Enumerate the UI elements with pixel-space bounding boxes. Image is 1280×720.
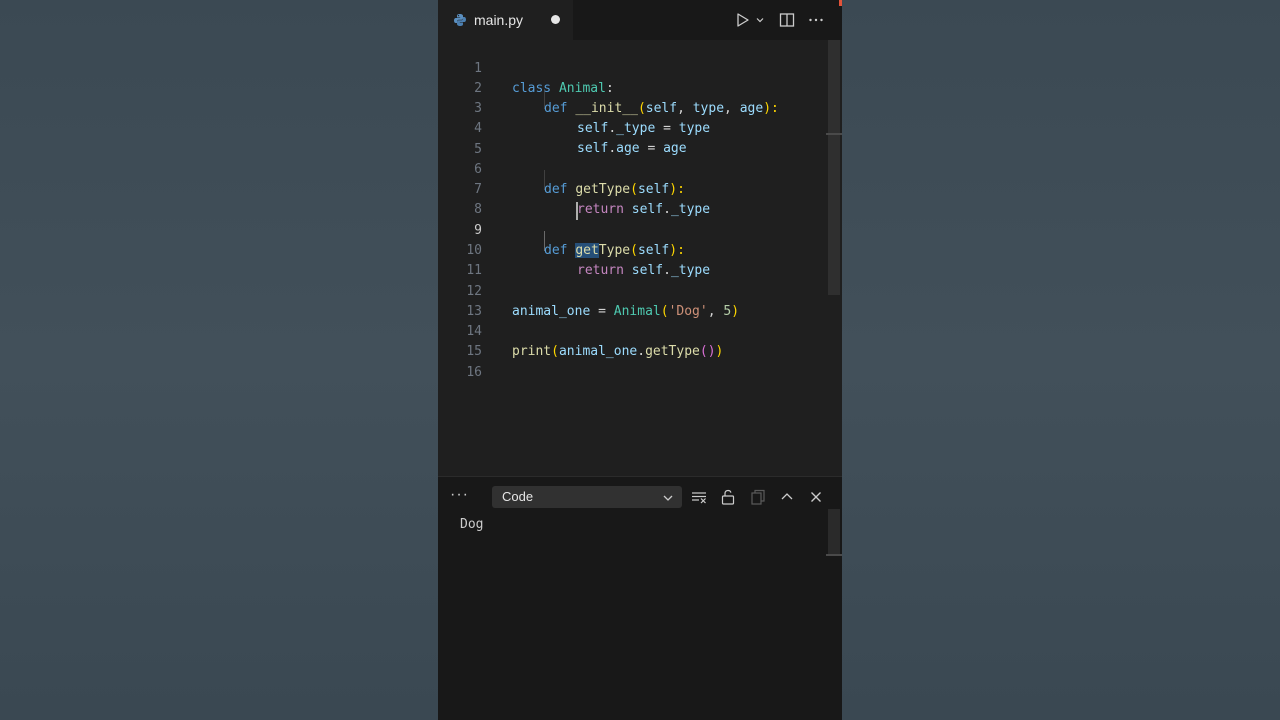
code-line: 4 self.age = age [438, 99, 826, 156]
background-left [0, 0, 438, 720]
output-source-label: Code [502, 489, 534, 504]
line-number: 16 [466, 365, 482, 380]
code-line-active: 9 def getType(self): [438, 201, 826, 258]
code-line: 2 def __init__(self, type, age): [438, 59, 826, 116]
code-editor[interactable]: 1 class Animal: 2 def __init__(self, typ… [438, 40, 826, 475]
lock-icon[interactable] [719, 488, 737, 506]
code-line: 10 return self._type [438, 221, 826, 278]
output-source-select[interactable]: Code [492, 486, 682, 508]
scrollbar-marker [826, 554, 842, 556]
unsaved-dot-icon[interactable] [551, 15, 560, 24]
panel-more-button[interactable]: ··· [450, 486, 469, 504]
code-line: 3 self._type = type [438, 79, 826, 136]
output-panel: ··· Code Dog [438, 476, 842, 720]
scrollbar-thumb[interactable] [828, 40, 840, 295]
chevron-down-icon[interactable] [754, 11, 766, 29]
close-panel-icon[interactable] [807, 488, 825, 506]
editor-window: main.py 1 class Animal: 2 def __init__(s… [438, 0, 842, 720]
ellipsis-icon[interactable] [807, 11, 825, 29]
text-cursor [576, 202, 578, 220]
tab-bar: main.py [438, 0, 842, 40]
code-line: 16 [438, 343, 826, 380]
tab-main-py[interactable]: main.py [438, 0, 573, 40]
scrollbar-marker [826, 133, 842, 135]
code-line: 6 def getType(self): [438, 140, 826, 197]
play-icon[interactable] [734, 11, 752, 29]
scrollbar-thumb[interactable] [828, 509, 840, 554]
editor-scrollbar[interactable] [826, 40, 842, 475]
background-right [842, 0, 1280, 720]
code-line: 13 [438, 282, 826, 319]
code-line: 1 class Animal: [438, 39, 826, 96]
output-text: Dog [460, 517, 484, 532]
accent-mark [839, 0, 842, 6]
code-line: 5 [438, 120, 826, 157]
code-line: 7 return self._type [438, 160, 826, 217]
copy-icon[interactable] [749, 488, 767, 506]
maximize-panel-icon[interactable] [778, 488, 796, 506]
panel-scrollbar[interactable] [826, 509, 842, 720]
tab-label: main.py [474, 12, 524, 28]
clear-output-icon[interactable] [690, 488, 708, 506]
code-line: 11 [438, 241, 826, 278]
code-line: 8 [438, 180, 826, 217]
split-editor-icon[interactable] [778, 11, 796, 29]
code-line: 12 animal_one = Animal('Dog', 5) [438, 262, 826, 319]
code-line: 15 [438, 322, 826, 359]
python-file-icon [453, 13, 467, 27]
chevron-down-icon [662, 491, 674, 509]
code-line: 14 print(animal_one.getType()) [438, 302, 826, 359]
